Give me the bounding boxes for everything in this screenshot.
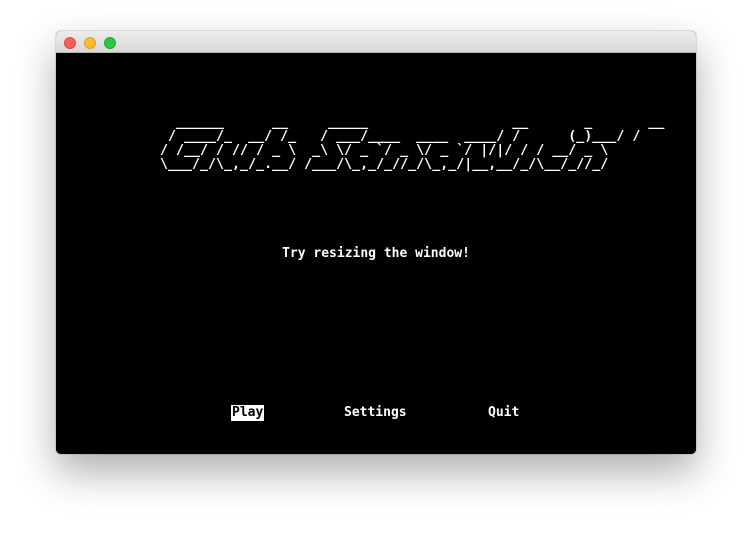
- menu-item-quit[interactable]: Quit: [487, 405, 520, 421]
- ascii-art-logo: ______ __ _____ __ _ __ / ____/_ __/ /_ …: [160, 115, 665, 172]
- maximize-window-button[interactable]: [104, 37, 116, 49]
- close-window-button[interactable]: [64, 37, 76, 49]
- menu-item-settings[interactable]: Settings: [343, 405, 408, 421]
- minimize-window-button[interactable]: [84, 37, 96, 49]
- menu-item-play[interactable]: Play: [231, 405, 265, 421]
- game-screen: ______ __ _____ __ _ __ / ____/_ __/ /_ …: [56, 53, 696, 454]
- title-bar[interactable]: [56, 31, 696, 53]
- app-window: ______ __ _____ __ _ __ / ____/_ __/ /_ …: [56, 31, 696, 454]
- resize-hint-text: Try resizing the window!: [282, 246, 470, 261]
